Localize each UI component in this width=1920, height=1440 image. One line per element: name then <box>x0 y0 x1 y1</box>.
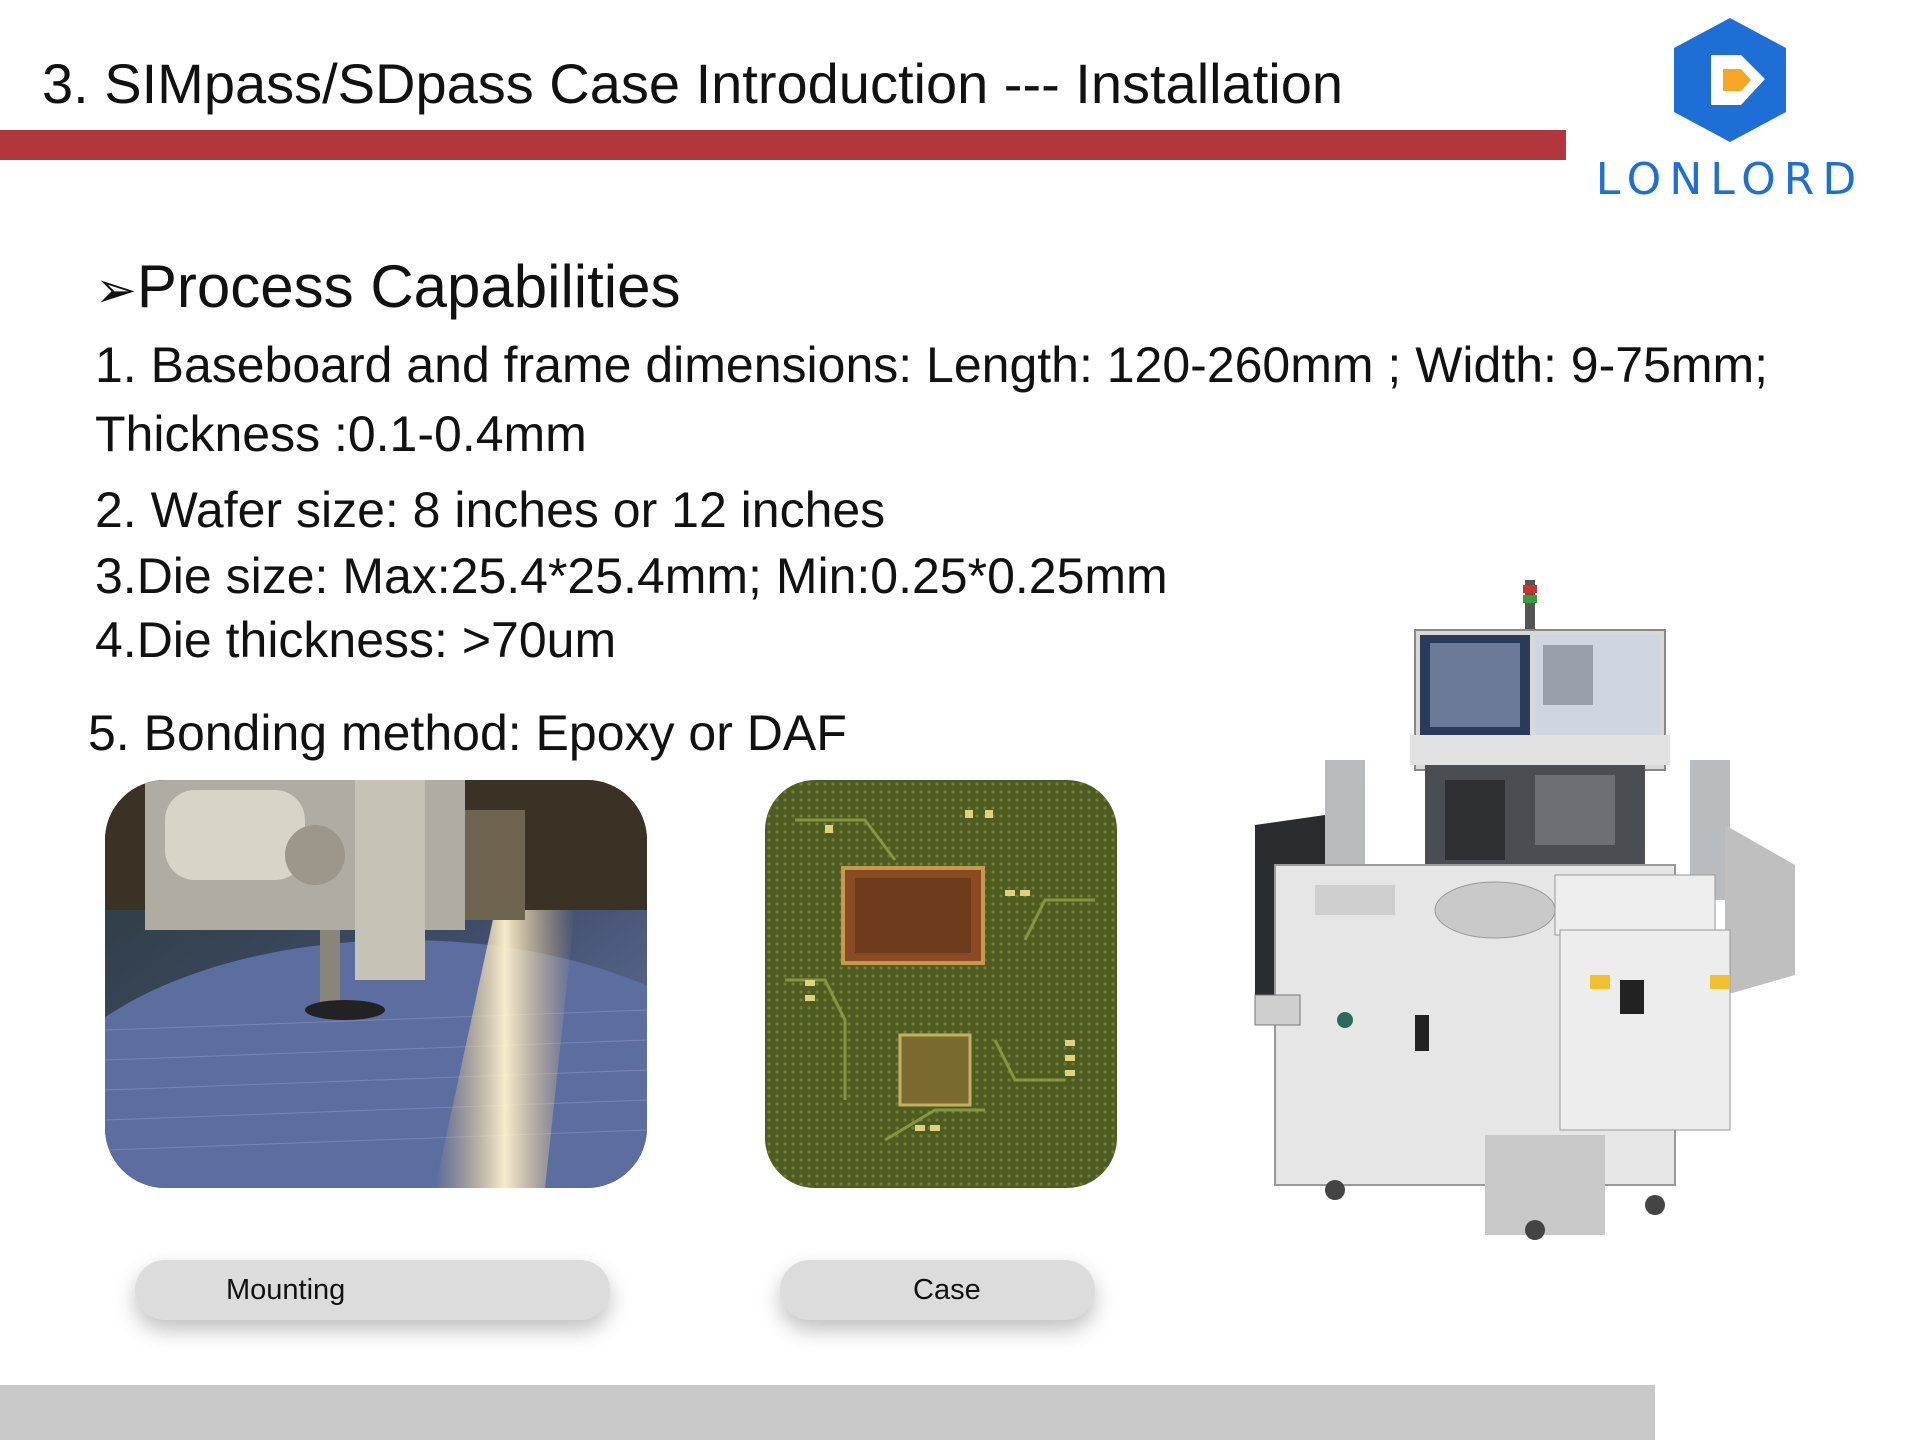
mounting-caption: Mounting <box>135 1260 610 1320</box>
die-bonder-machine-photo <box>1235 575 1815 1240</box>
section-heading-text: Process Capabilities <box>136 253 681 320</box>
case-caption-label: Case <box>913 1274 981 1306</box>
arrow-bullet-icon: ➢ <box>95 261 137 319</box>
capability-line: Thickness :0.1-0.4mm <box>95 406 587 462</box>
capability-line: 4.Die thickness: >70um <box>95 612 617 668</box>
case-caption: Case <box>780 1260 1095 1320</box>
section-heading: ➢Process Capabilities <box>95 252 680 325</box>
wafer-mounting-photo <box>105 780 647 1188</box>
logo-hexagon-icon <box>1674 18 1786 142</box>
circuit-board-photo <box>765 780 1117 1188</box>
company-logo: LONLORD <box>1565 15 1895 205</box>
footer-bar <box>0 1385 1655 1440</box>
capability-line: 5. Bonding method: Epoxy or DAF <box>88 705 847 761</box>
slide-title: 3. SIMpass/SDpass Case Introduction --- … <box>42 52 1344 115</box>
mounting-caption-label: Mounting <box>226 1274 346 1306</box>
logo-wordmark: LONLORD <box>1595 154 1865 205</box>
title-underline-bar <box>0 130 1566 160</box>
capability-line: 3.Die size: Max:25.4*25.4mm; Min:0.25*0.… <box>95 548 1168 604</box>
capability-line: 1. Baseboard and frame dimensions: Lengt… <box>95 337 1769 393</box>
capability-line: 2. Wafer size: 8 inches or 12 inches <box>95 482 886 538</box>
